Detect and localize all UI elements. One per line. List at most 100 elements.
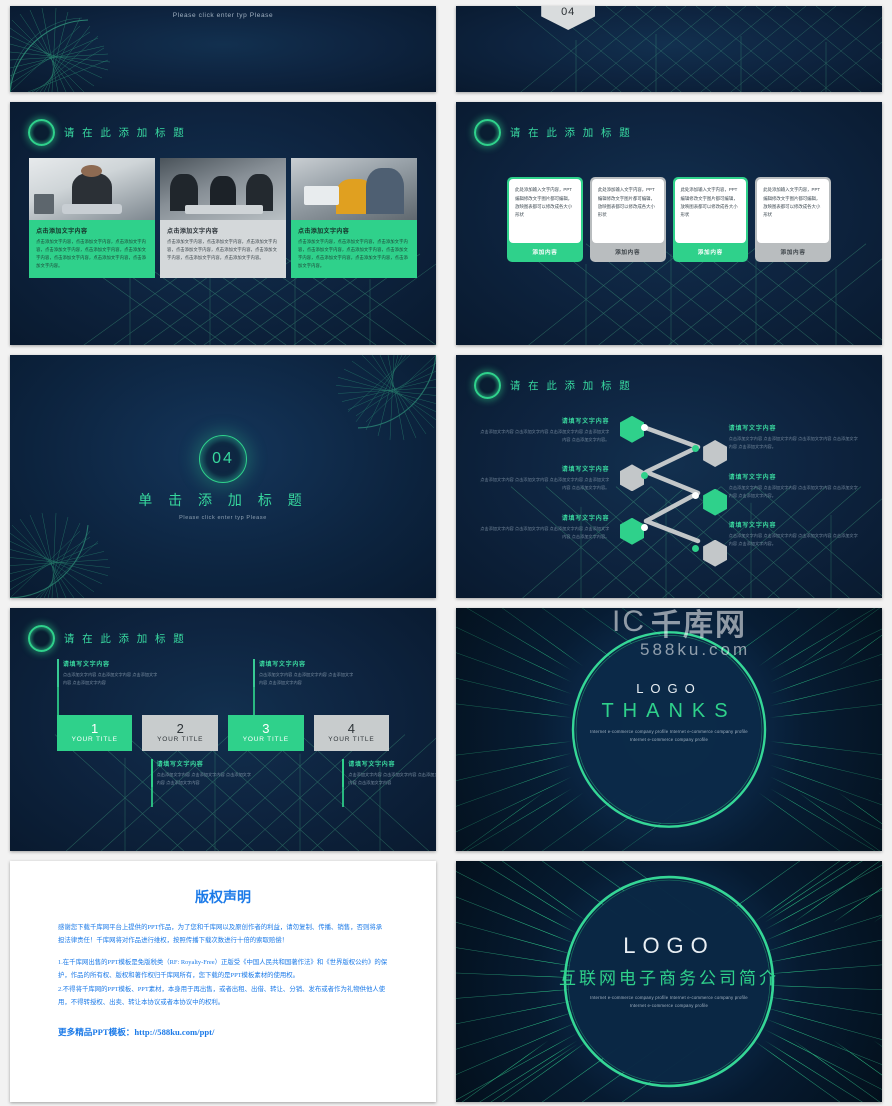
hexagon-text-heading: 请填写文字内容 bbox=[728, 474, 777, 481]
timeline-step-number: 3 bbox=[262, 721, 270, 737]
timeline-step[interactable]: 2 YOUR TITLE bbox=[142, 714, 219, 751]
timeline-caption-bottom: 请填写文字内容 点击添加文字内容 点击添加文字内容 点击添加文字内容 点击添加文… bbox=[342, 758, 436, 787]
slide-copyright[interactable]: 版权声明 感谢您下载千库网平台上提供的PPT作品，为了您和千库网以及原创作者的利… bbox=[10, 861, 436, 1102]
timeline-step-number: 2 bbox=[176, 721, 184, 737]
photo-caption-heading: 点击添加文字内容 bbox=[36, 228, 88, 235]
info-card-button[interactable]: 添加内容 bbox=[675, 243, 747, 260]
timeline-step-label: YOUR TITLE bbox=[328, 736, 375, 744]
slide-cell-1[interactable]: Please click enter typ Please bbox=[0, 0, 446, 96]
timeline-caption-bottom: 请填写文字内容 点击添加文字内容 点击添加文字内容 点击添加文字内容 点击添加文… bbox=[150, 758, 253, 787]
connector-dot bbox=[641, 471, 649, 479]
cover-subtitle: Please click enter typ Please bbox=[172, 12, 274, 19]
timeline-step[interactable]: 3 YOUR TITLE bbox=[228, 714, 304, 751]
timeline-caption-body: 点击添加文字内容 点击添加文字内容 点击添加文字内容 点击添加文字内容 bbox=[348, 771, 436, 785]
hexagon-text-heading: 请填写文字内容 bbox=[728, 523, 777, 530]
section-number-badge: 04 bbox=[199, 435, 247, 484]
info-card-button[interactable]: 添加内容 bbox=[592, 243, 664, 260]
slide-cell-6[interactable]: 请 在 此 添 加 标 题 请填写文字内容 点击添加文字内容 点击添加文字内容 … bbox=[446, 349, 892, 602]
slide-cell-8[interactable]: LOGO THANKS Internet e-commerce company … bbox=[446, 602, 892, 855]
photo-caption: 点击添加文字内容 点击添加文字内容，点击添加文字内容，点击添加文字内容，点击添加… bbox=[160, 219, 286, 278]
photo-card[interactable]: 点击添加文字内容 点击添加文字内容，点击添加文字内容，点击添加文字内容，点击添加… bbox=[160, 157, 286, 278]
timeline-step-number: 4 bbox=[347, 721, 355, 737]
info-card-body: 此处添加输入文字内容，PPT编辑修改文字图片都可编辑，放映图表都可以修改成各大小… bbox=[674, 179, 747, 244]
photo-caption-body: 点击添加文字内容，点击添加文字内容，点击添加文字内容，点击添加文字内容，点击添加… bbox=[36, 238, 147, 268]
hexagon-text-body: 点击添加文字内容 点击添加文字内容 点击添加文字内容 点击添加文字内容 点击添加… bbox=[728, 484, 858, 498]
info-card[interactable]: 此处添加输入文字内容，PPT编辑修改文字图片都可编辑，放映图表都可以修改成各大小… bbox=[755, 177, 831, 263]
timeline-caption-body: 点击添加文字内容 点击添加文字内容 点击添加文字内容 点击添加文字内容 bbox=[156, 771, 252, 785]
page-title: 请 在 此 添 加 标 题 bbox=[509, 127, 633, 139]
photo-card-row: 点击添加文字内容 点击添加文字内容，点击添加文字内容，点击添加文字内容，点击添加… bbox=[29, 157, 417, 278]
hexagon-text-body: 点击添加文字内容 点击添加文字内容 点击添加文字内容 点击添加文字内容 点击添加… bbox=[480, 525, 610, 539]
slide-photo-cards[interactable]: 请 在 此 添 加 标 题 点击添加文字内容 点击添加文字内容，点击添加文字内容… bbox=[10, 102, 436, 345]
slide-deck-preview: Please click enter typ Please 04 请 在 此 添… bbox=[0, 0, 892, 1106]
slide-cell-10[interactable]: LOGO 互联网电子商务公司简介 Internet e-commerce com… bbox=[446, 855, 892, 1106]
info-card[interactable]: 此处添加输入文字内容，PPT编辑修改文字图片都可编辑，放映图表都可以修改成各大小… bbox=[672, 177, 749, 263]
photo-card[interactable]: 点击添加文字内容 点击添加文字内容，点击添加文字内容，点击添加文字内容，点击添加… bbox=[29, 157, 156, 278]
photo-image bbox=[290, 157, 417, 220]
info-card-text: 此处添加输入文字内容，PPT编辑修改文字图片都可编辑，放映图表都可以修改成各大小… bbox=[680, 187, 738, 218]
slide-four-cards[interactable]: 请 在 此 添 加 标 题 此处添加输入文字内容，PPT编辑修改文字图片都可编辑… bbox=[456, 102, 882, 345]
slide-timeline[interactable]: 请 在 此 添 加 标 题 请填写文字内容 点击添加文字内容 点击添加文字内容 … bbox=[10, 608, 436, 851]
copyright-paragraph-1: 感谢您下载千库网平台上提供的PPT作品，为了您和千库网以及原创作者的利益，请勿复… bbox=[58, 924, 383, 945]
copyright-link[interactable]: 更多精品PPT模板：http://588ku.com/ppt/ bbox=[58, 1026, 388, 1038]
timeline-caption-body: 点击添加文字内容 点击添加文字内容 点击添加文字内容 点击添加文字内容 bbox=[258, 672, 354, 685]
timeline-step-label: YOUR TITLE bbox=[242, 736, 289, 744]
slide-thanks[interactable]: LOGO THANKS Internet e-commerce company … bbox=[456, 608, 882, 851]
timeline-step[interactable]: 4 YOUR TITLE bbox=[313, 714, 390, 751]
slide-hexagon-zigzag[interactable]: 请 在 此 添 加 标 题 请填写文字内容 点击添加文字内容 点击添加文字内容 … bbox=[456, 355, 882, 598]
slide-cell-7[interactable]: 请 在 此 添 加 标 题 请填写文字内容 点击添加文字内容 点击添加文字内容 … bbox=[0, 602, 446, 855]
info-card-row: 此处添加输入文字内容，PPT编辑修改文字图片都可编辑，放映图表都可以修改成各大小… bbox=[507, 177, 831, 263]
section-title: 单 击 添 加 标 题 bbox=[138, 492, 308, 509]
info-card-text: 此处添加输入文字内容，PPT编辑修改文字图片都可编辑，放映图表都可以修改成各大小… bbox=[597, 187, 655, 218]
timeline-caption-heading: 请填写文字内容 bbox=[62, 662, 110, 669]
logo-text: LOGO bbox=[623, 933, 715, 959]
info-card-button[interactable]: 添加内容 bbox=[509, 243, 581, 260]
section-divider-content: 04 单 击 添 加 标 题 Please click enter typ Pl… bbox=[10, 435, 436, 521]
thanks-content: LOGO THANKS Internet e-commerce company … bbox=[456, 681, 882, 744]
slide-cover[interactable]: LOGO 互联网电子商务公司简介 Internet e-commerce com… bbox=[456, 861, 882, 1102]
info-card[interactable]: 此处添加输入文字内容，PPT编辑修改文字图片都可编辑，放映图表都可以修改成各大小… bbox=[589, 177, 666, 263]
thanks-subtitle-line2: Internet e-commerce company profile bbox=[629, 736, 709, 742]
orb-icon bbox=[27, 625, 55, 652]
slide-fragment-agenda[interactable]: 03 04 点击添加文字内容 点击添加文字内容 点击添加文字内容 点击添加文字内… bbox=[456, 6, 882, 92]
slide-cell-3[interactable]: 请 在 此 添 加 标 题 点击添加文字内容 点击添加文字内容，点击添加文字内容… bbox=[0, 96, 446, 349]
photo-card[interactable]: 点击添加文字内容 点击添加文字内容，点击添加文字内容，点击添加文字内容，点击添加… bbox=[290, 157, 417, 278]
copyright-link-url[interactable]: http://588ku.com/ppt/ bbox=[134, 1027, 214, 1037]
timeline-step-label: YOUR TITLE bbox=[71, 736, 118, 744]
hexagon-text-block: 请填写文字内容 点击添加文字内容 点击添加文字内容 点击添加文字内容 点击添加文… bbox=[729, 423, 861, 451]
slide-cell-9[interactable]: 版权声明 感谢您下载千库网平台上提供的PPT作品，为了您和千库网以及原创作者的利… bbox=[0, 855, 446, 1106]
chevron-step[interactable]: 04 bbox=[541, 6, 596, 30]
hexagon-text-body: 点击添加文字内容 点击添加文字内容 点击添加文字内容 点击添加文字内容 点击添加… bbox=[728, 533, 858, 547]
photo-caption-body: 点击添加文字内容，点击添加文字内容，点击添加文字内容，点击添加文字内容，点击添加… bbox=[297, 238, 408, 268]
info-card-body: 此处添加输入文字内容，PPT编辑修改文字图片都可编辑，放映图表都可以修改成各大小… bbox=[591, 179, 664, 244]
timeline-caption-heading: 请填写文字内容 bbox=[156, 761, 204, 768]
slide-cell-4[interactable]: 请 在 此 添 加 标 题 此处添加输入文字内容，PPT编辑修改文字图片都可编辑… bbox=[446, 96, 892, 349]
hexagon-text-body: 点击添加文字内容 点击添加文字内容 点击添加文字内容 点击添加文字内容 点击添加… bbox=[728, 436, 858, 450]
timeline-caption-heading: 请填写文字内容 bbox=[348, 761, 396, 768]
orb-icon bbox=[27, 119, 55, 146]
photo-caption: 点击添加文字内容 点击添加文字内容，点击添加文字内容，点击添加文字内容，点击添加… bbox=[29, 219, 156, 278]
info-card-button[interactable]: 添加内容 bbox=[757, 243, 829, 260]
info-card[interactable]: 此处添加输入文字内容，PPT编辑修改文字图片都可编辑，放映图表都可以修改成各大小… bbox=[507, 177, 583, 263]
cover-subtitle-line1: Internet e-commerce company profile Inte… bbox=[590, 995, 748, 1001]
agenda-chevron-stack: 03 04 bbox=[541, 6, 596, 30]
logo-text: LOGO bbox=[636, 680, 702, 696]
hexagon-text-heading: 请填写文字内容 bbox=[561, 418, 610, 425]
timeline-step[interactable]: 1 YOUR TITLE bbox=[56, 714, 133, 751]
timeline-caption-body: 点击添加文字内容 点击添加文字内容 点击添加文字内容 点击添加文字内容 bbox=[62, 672, 158, 685]
photo-caption: 点击添加文字内容 点击添加文字内容，点击添加文字内容，点击添加文字内容，点击添加… bbox=[290, 219, 417, 278]
timeline-step-number: 1 bbox=[91, 721, 99, 737]
slide-header: 请 在 此 添 加 标 题 bbox=[473, 119, 633, 146]
copyright-paragraph-2: 1.在千库网出售的PPT模板是免版税类（RF: Royalty-Free）正版受… bbox=[58, 958, 388, 980]
slide-cell-5[interactable]: 04 单 击 添 加 标 题 Please click enter typ Pl… bbox=[0, 349, 446, 602]
slide-section-divider[interactable]: 04 单 击 添 加 标 题 Please click enter typ Pl… bbox=[10, 355, 436, 598]
copyright-link-label: 更多精品PPT模板： bbox=[58, 1026, 135, 1037]
slide-cell-2[interactable]: 03 04 点击添加文字内容 点击添加文字内容 点击添加文字内容 点击添加文字内… bbox=[446, 0, 892, 96]
hexagon-text-body: 点击添加文字内容 点击添加文字内容 点击添加文字内容 点击添加文字内容 点击添加… bbox=[480, 477, 610, 491]
hexagon-text-heading: 请填写文字内容 bbox=[561, 515, 610, 522]
slide-header: 请 在 此 添 加 标 题 bbox=[27, 625, 186, 652]
slide-fragment-cover[interactable]: Please click enter typ Please bbox=[10, 6, 436, 92]
hexagon-diagram: 请填写文字内容 点击添加文字内容 点击添加文字内容 点击添加文字内容 点击添加文… bbox=[456, 355, 882, 598]
hexagon-text-heading: 请填写文字内容 bbox=[728, 426, 777, 433]
hexagon-text-block: 请填写文字内容 点击添加文字内容 点击添加文字内容 点击添加文字内容 点击添加文… bbox=[477, 416, 609, 444]
